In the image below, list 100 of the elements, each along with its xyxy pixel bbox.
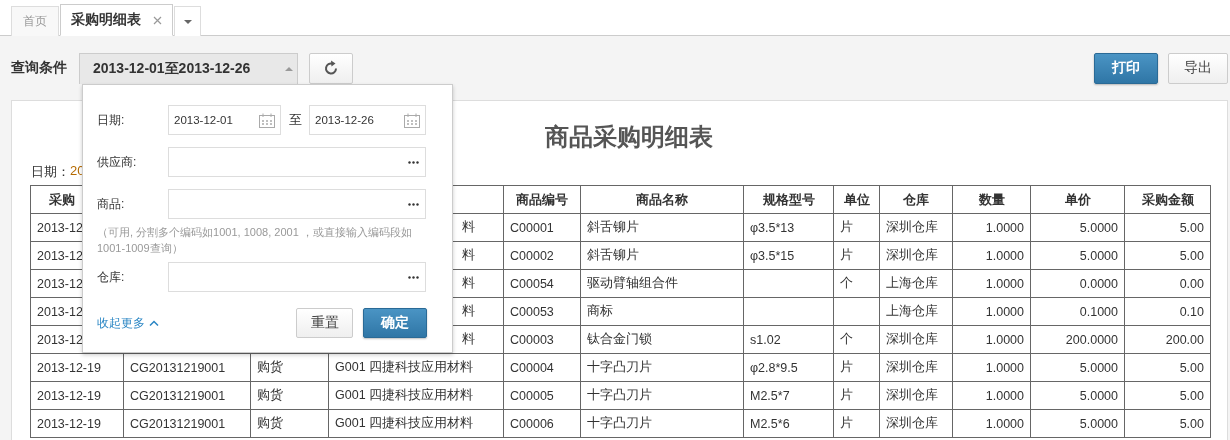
column-header: 单价 — [1030, 185, 1125, 214]
table-cell: CG20131219001 — [123, 381, 251, 410]
table-cell: 驱动臂轴组合件 — [580, 269, 744, 298]
table-cell: 购货 — [250, 409, 329, 438]
table-cell: 斜舌铆片 — [580, 241, 744, 270]
calendar-icon[interactable] — [404, 112, 420, 128]
reset-button[interactable]: 重置 — [296, 308, 353, 338]
confirm-button[interactable]: 确定 — [363, 308, 427, 338]
table-cell: 1.0000 — [952, 269, 1031, 298]
table-cell: φ2.8*9.5 — [743, 353, 834, 382]
print-button[interactable]: 打印 — [1094, 52, 1158, 84]
table-cell: C00053 — [503, 297, 581, 326]
end-date-field[interactable]: 2013-12-26 — [309, 105, 426, 135]
table-cell: 2013-12-19 — [30, 381, 124, 410]
table-cell: 5.0000 — [1030, 409, 1125, 438]
column-header: 商品编号 — [503, 185, 581, 214]
picker-field[interactable] — [168, 189, 426, 219]
picker-field[interactable] — [168, 262, 426, 292]
table-cell: 5.00 — [1124, 381, 1211, 410]
ellipsis-icon[interactable] — [408, 160, 419, 164]
query-label: 查询条件 — [11, 59, 67, 77]
refresh-icon — [323, 60, 339, 76]
table-cell: 0.00 — [1124, 269, 1211, 298]
report-title: 商品采购明细表 — [543, 121, 714, 153]
table-cell: C00006 — [503, 409, 581, 438]
caret-icon — [183, 19, 192, 24]
table-cell: 2013-12-19 — [30, 409, 124, 438]
table-cell: 5.00 — [1124, 213, 1211, 242]
table-cell: 商标 — [580, 297, 744, 326]
ellipsis-icon[interactable] — [408, 202, 419, 206]
table-cell: 0.1000 — [1030, 297, 1125, 326]
table-cell: C00054 — [503, 269, 581, 298]
table-cell: 200.00 — [1124, 325, 1211, 354]
refresh-button[interactable] — [309, 52, 353, 84]
table-cell: 深圳仓库 — [879, 409, 953, 438]
table-cell: φ3.5*13 — [743, 213, 834, 242]
date-range-dropdown[interactable]: 2013-12-01至2013-12-26 — [79, 53, 298, 84]
table-cell: 0.10 — [1124, 297, 1211, 326]
table-cell: 1.0000 — [952, 381, 1031, 410]
table-cell: CG20131219001 — [123, 409, 251, 438]
table-cell: φ3.5*15 — [743, 241, 834, 270]
table-cell: C00001 — [503, 213, 581, 242]
column-header: 单位 — [833, 185, 880, 214]
ellipsis-icon[interactable] — [408, 275, 419, 279]
table-cell: C00004 — [503, 353, 581, 382]
table-cell: 上海仓库 — [879, 297, 953, 326]
table-cell: 5.0000 — [1030, 241, 1125, 270]
table-cell: 1.0000 — [952, 213, 1031, 242]
table-cell: 片 — [833, 409, 880, 438]
column-header: 采购金额 — [1124, 185, 1211, 214]
table-cell: G001 四捷科技应用材料 — [328, 409, 504, 438]
table-cell: 5.00 — [1124, 409, 1211, 438]
table-cell: 0.0000 — [1030, 269, 1125, 298]
table-cell: 1.0000 — [952, 353, 1031, 382]
table-cell: 十字凸刀片 — [580, 409, 744, 438]
calendar-icon[interactable] — [259, 112, 275, 128]
table-cell: 5.0000 — [1030, 381, 1125, 410]
field-label: 仓库: — [97, 268, 126, 286]
table-cell: M2.5*7 — [743, 381, 834, 410]
table-cell: 1.0000 — [952, 241, 1031, 270]
column-header: 数量 — [952, 185, 1031, 214]
start-date-field[interactable]: 2013-12-01 — [168, 105, 281, 135]
chevron-up-icon — [149, 320, 159, 326]
table-cell: 个 — [833, 269, 880, 298]
tab[interactable]: 采购明细表 — [60, 4, 173, 36]
table-cell: 上海仓库 — [879, 269, 953, 298]
table-cell: 深圳仓库 — [879, 325, 953, 354]
table-cell: 购货 — [250, 381, 329, 410]
table-cell: 深圳仓库 — [879, 213, 953, 242]
table-cell: C00005 — [503, 381, 581, 410]
table-cell: 深圳仓库 — [879, 353, 953, 382]
table-cell: C00003 — [503, 325, 581, 354]
table-cell: 1.0000 — [952, 409, 1031, 438]
table-cell: 1.0000 — [952, 297, 1031, 326]
column-header: 规格型号 — [743, 185, 834, 214]
table-cell: 5.00 — [1124, 241, 1211, 270]
table-cell: 钛合金门锁 — [580, 325, 744, 354]
table-cell: 片 — [833, 213, 880, 242]
table-cell: 斜舌铆片 — [580, 213, 744, 242]
close-icon[interactable] — [153, 15, 162, 25]
date-label: 日期： — [31, 163, 70, 179]
picker-field[interactable] — [168, 147, 426, 177]
table-cell: 5.0000 — [1030, 213, 1125, 242]
table-cell: G001 四捷科技应用材料 — [328, 381, 504, 410]
export-button[interactable]: 导出 — [1168, 52, 1228, 84]
table-cell: 片 — [833, 381, 880, 410]
tab-menu-button[interactable] — [174, 6, 201, 36]
table-cell: 十字凸刀片 — [580, 353, 744, 382]
caret-up-icon — [285, 67, 293, 71]
table-cell: 深圳仓库 — [879, 241, 953, 270]
table-cell: 深圳仓库 — [879, 381, 953, 410]
field-label: 供应商: — [97, 153, 138, 171]
table-cell: 5.00 — [1124, 353, 1211, 382]
table-cell: 片 — [833, 241, 880, 270]
table-cell: 十字凸刀片 — [580, 381, 744, 410]
field-label: 商品: — [97, 195, 126, 213]
table-cell: M2.5*6 — [743, 409, 834, 438]
table-cell: 片 — [833, 353, 880, 382]
column-header: 仓库 — [879, 185, 953, 214]
table-cell: 个 — [833, 325, 880, 354]
